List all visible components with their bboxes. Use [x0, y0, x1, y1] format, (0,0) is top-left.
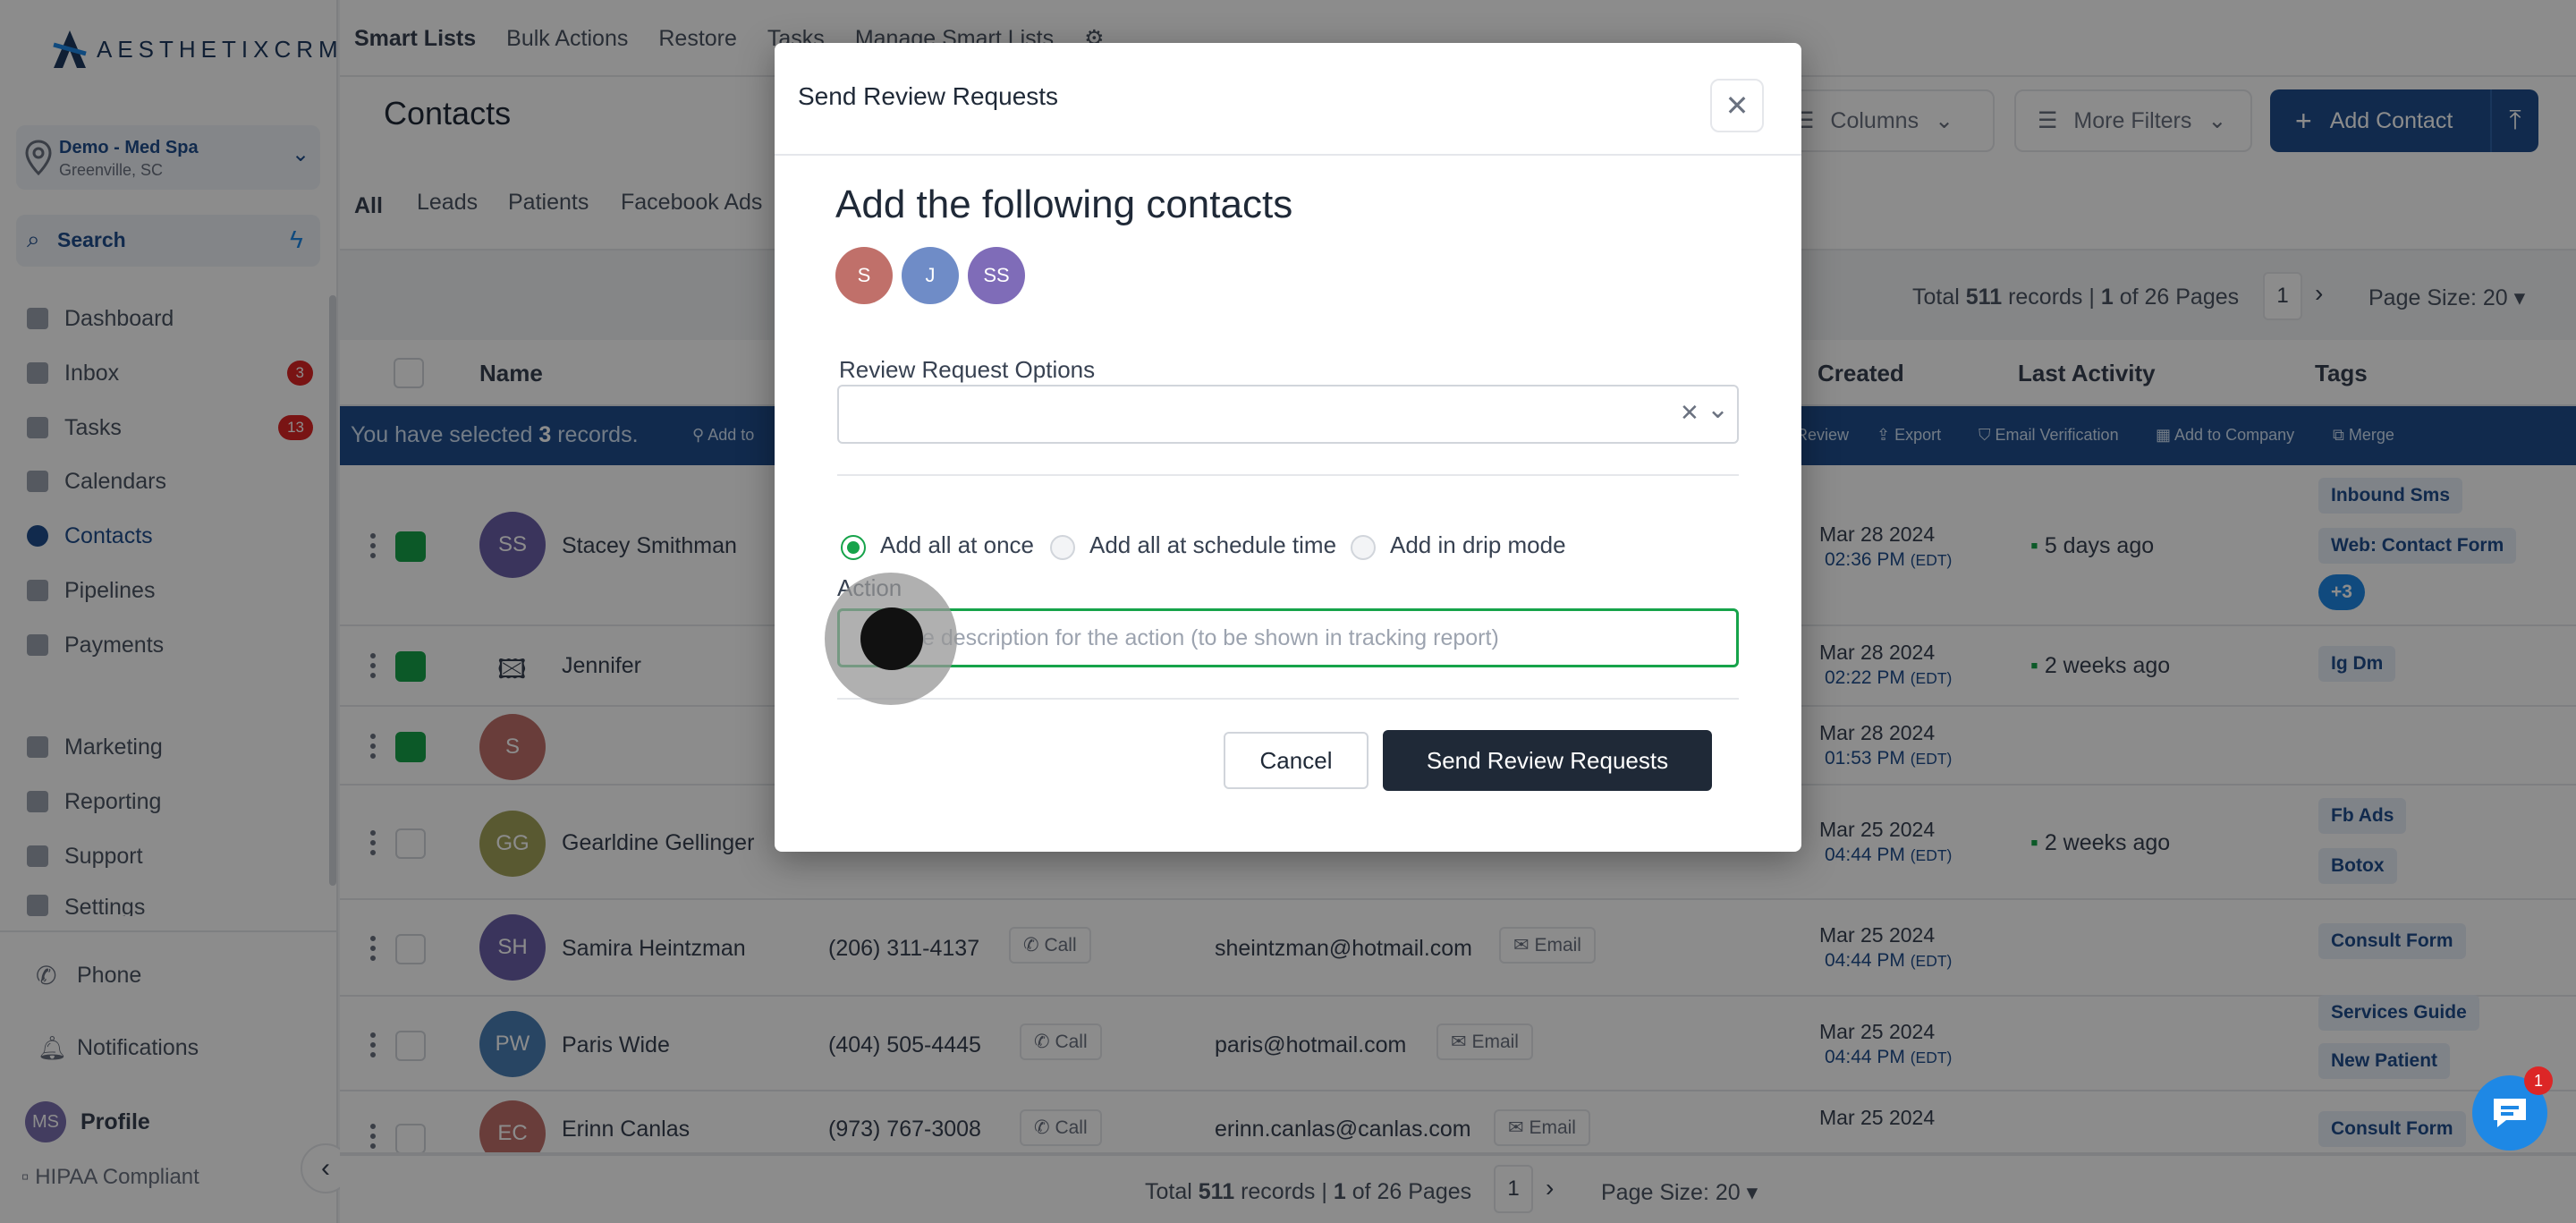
avatar: J	[902, 247, 959, 304]
clear-icon[interactable]: ✕	[1680, 399, 1699, 427]
action-description-input[interactable]: e description for the action (to be show…	[837, 608, 1739, 667]
avatar: S	[835, 247, 893, 304]
close-button[interactable]: ✕	[1710, 79, 1764, 132]
chevron-down-icon[interactable]: ⌄	[1707, 394, 1729, 425]
cursor-icon	[860, 607, 923, 670]
chat-icon	[2494, 1099, 2526, 1127]
divider	[837, 698, 1739, 700]
radio-add-all-at-schedule-time[interactable]	[1050, 535, 1075, 560]
divider	[837, 474, 1739, 476]
send-review-requests-modal: Send Review Requests ✕ Add the following…	[775, 43, 1801, 852]
close-icon: ✕	[1724, 89, 1750, 122]
radio-label: Add all at schedule time	[1089, 531, 1337, 558]
input-placeholder: e description for the action (to be show…	[922, 625, 1499, 650]
radio-label: Add in drip mode	[1390, 531, 1566, 558]
cancel-button[interactable]: Cancel	[1224, 732, 1368, 789]
modal-heading: Add the following contacts	[835, 183, 1293, 226]
radio-label: Add all at once	[880, 531, 1035, 558]
chat-badge: 1	[2524, 1066, 2553, 1095]
send-review-requests-button[interactable]: Send Review Requests	[1383, 730, 1712, 791]
review-options-label: Review Request Options	[839, 356, 1096, 383]
radio-add-in-drip-mode[interactable]	[1351, 535, 1376, 560]
review-options-select[interactable]: ✕ ⌄	[837, 385, 1739, 444]
avatar: SS	[968, 247, 1025, 304]
divider	[775, 154, 1801, 156]
radio-add-all-at-once[interactable]	[841, 535, 866, 560]
modal-title: Send Review Requests	[798, 82, 1059, 110]
